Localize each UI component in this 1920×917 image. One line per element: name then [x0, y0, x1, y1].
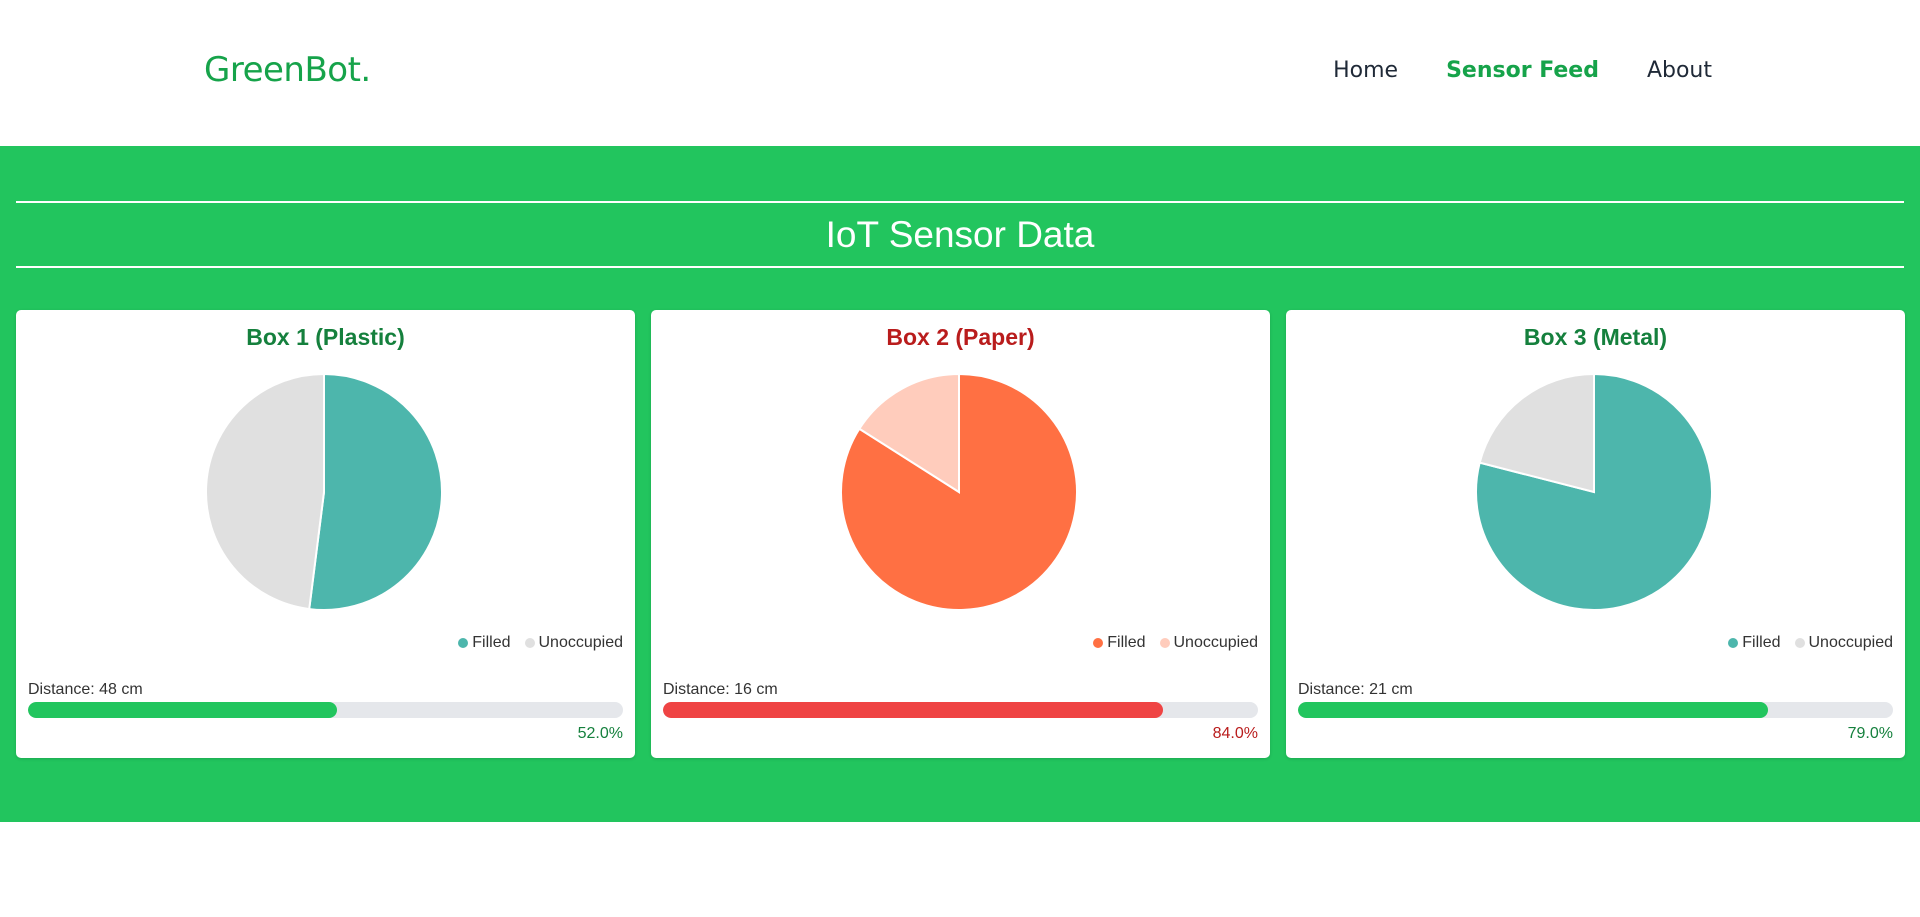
fill-percent: 52.0%: [577, 725, 623, 742]
fill-percent: 79.0%: [1847, 725, 1893, 742]
fill-progress-value: [1298, 702, 1769, 718]
legend-dot-unoccupied-icon: [1159, 638, 1170, 648]
legend-label: Unoccupied: [1808, 634, 1894, 651]
chart-legend: Filled Unoccupied: [458, 634, 623, 652]
legend-item-filled[interactable]: Filled: [1728, 634, 1781, 652]
fill-pie-chart[interactable]: [839, 372, 1079, 612]
card-title: Box 2 (Paper): [886, 324, 1035, 350]
card-title: Box 3 (Metal): [1523, 324, 1668, 350]
legend-item-unoccupied[interactable]: Unoccupied: [1794, 634, 1894, 652]
legend-dot-unoccupied-icon: [1794, 638, 1805, 648]
legend-dot-unoccupied-icon: [524, 638, 535, 648]
pie-slice-unoccupied[interactable]: [205, 372, 325, 611]
fill-progress-value: [663, 702, 1163, 718]
fill-progress-bar: [28, 702, 623, 718]
legend-item-filled[interactable]: Filled: [458, 634, 511, 652]
divider-bottom: [16, 266, 1904, 268]
card-title: Box 1 (Plastic): [246, 324, 405, 350]
sensor-cards: Box 1 (Plastic) Filled Unoccupied Distan…: [16, 310, 1905, 758]
fill-pie-chart[interactable]: [204, 372, 444, 612]
chart-legend: Filled Unoccupied: [1728, 634, 1893, 652]
sensor-section: IoT Sensor Data Box 1 (Plastic) Filled U…: [0, 146, 1920, 822]
legend-label: Filled: [472, 634, 511, 651]
navbar: GreenBot. Home Sensor Feed About: [0, 0, 1920, 146]
fill-pie-chart[interactable]: [1474, 372, 1714, 612]
legend-label: Filled: [1107, 634, 1146, 651]
divider-top: [16, 201, 1904, 203]
chart-legend: Filled Unoccupied: [1093, 634, 1258, 652]
pie-slice-filled[interactable]: [308, 372, 443, 611]
legend-label: Unoccupied: [1173, 634, 1259, 651]
distance-reading: Distance: 48 cm: [28, 681, 143, 698]
legend-dot-filled-icon: [1093, 638, 1104, 648]
distance-reading: Distance: 16 cm: [663, 681, 778, 698]
fill-percent: 84.0%: [1212, 725, 1258, 742]
distance-reading: Distance: 21 cm: [1298, 681, 1413, 698]
legend-item-filled[interactable]: Filled: [1093, 634, 1146, 652]
nav-link-about[interactable]: About: [1647, 58, 1712, 83]
nav-link-sensor-feed[interactable]: Sensor Feed: [1446, 58, 1599, 83]
fill-progress-bar: [1298, 702, 1893, 718]
legend-dot-filled-icon: [1728, 638, 1739, 648]
legend-label: Unoccupied: [538, 634, 624, 651]
legend-label: Filled: [1742, 634, 1781, 651]
section-title: IoT Sensor Data: [825, 214, 1095, 255]
sensor-card-box-1: Box 1 (Plastic) Filled Unoccupied Distan…: [16, 310, 635, 758]
sensor-card-box-2: Box 2 (Paper) Filled Unoccupied Distance…: [651, 310, 1270, 758]
legend-item-unoccupied[interactable]: Unoccupied: [1159, 634, 1259, 652]
fill-progress-bar: [663, 702, 1258, 718]
fill-progress-value: [28, 702, 338, 718]
main-nav: Home Sensor Feed About: [1333, 58, 1712, 83]
legend-item-unoccupied[interactable]: Unoccupied: [524, 634, 624, 652]
sensor-card-box-3: Box 3 (Metal) Filled Unoccupied Distance…: [1286, 310, 1905, 758]
legend-dot-filled-icon: [458, 638, 469, 648]
nav-link-home[interactable]: Home: [1333, 58, 1398, 83]
brand-logo[interactable]: GreenBot.: [204, 50, 371, 90]
